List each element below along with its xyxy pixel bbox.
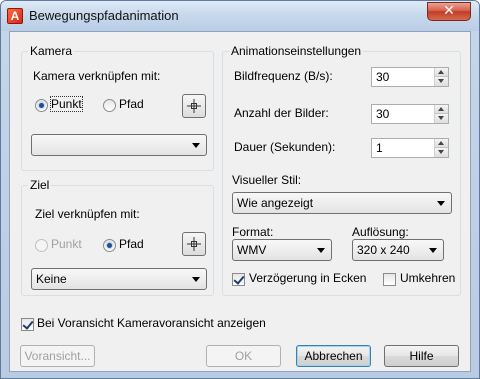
reverse-label[interactable]: Umkehren: [400, 271, 455, 285]
target-point-radio-label[interactable]: Punkt: [51, 237, 82, 251]
close-button[interactable]: ✕: [427, 2, 471, 21]
spin-up-icon[interactable]: [435, 68, 448, 77]
window-title: Bewegungspfadanimation: [29, 8, 179, 23]
resolution-combo[interactable]: 320 x 240: [352, 239, 444, 261]
visual-style-combo[interactable]: Wie angezeigt: [232, 192, 452, 214]
target-path-radio-label[interactable]: Pfad: [119, 237, 144, 251]
help-button[interactable]: Hilfe: [384, 345, 459, 367]
camera-link-label: Kamera verknüpfen mit:: [33, 69, 161, 83]
visual-style-value: Wie angezeigt: [237, 196, 314, 210]
chevron-down-icon: [192, 143, 200, 148]
frame-count-value: 30: [376, 107, 390, 121]
camera-path-combo[interactable]: [31, 134, 207, 156]
format-value: WMV: [237, 243, 267, 257]
format-combo[interactable]: WMV: [232, 239, 332, 261]
frame-count-label: Anzahl der Bilder:: [234, 106, 329, 120]
animation-settings-group: Animationseinstellungen Bildfrequenz (B/…: [222, 44, 461, 296]
target-path-combo[interactable]: Keine: [31, 268, 207, 290]
target-link-label: Ziel verknüpfen mit:: [35, 207, 140, 221]
spin-down-icon[interactable]: [435, 114, 448, 123]
camera-group-label: Kamera: [28, 44, 75, 58]
framerate-spin-buttons[interactable]: [434, 68, 448, 86]
spin-up-icon[interactable]: [435, 105, 448, 114]
duration-label: Dauer (Sekunden):: [234, 140, 336, 154]
spin-up-icon[interactable]: [435, 139, 448, 148]
target-point-radio[interactable]: [35, 239, 48, 252]
resolution-value: 320 x 240: [357, 243, 410, 257]
preview-button[interactable]: Voransicht...: [20, 345, 95, 367]
dialog-client-area: Kamera Kamera verknüpfen mit: Punkt Pfad…: [9, 31, 471, 372]
crosshair-pick-icon: [187, 237, 201, 251]
camera-pick-button[interactable]: [182, 94, 206, 118]
frame-count-spin-buttons[interactable]: [434, 105, 448, 123]
target-pick-button[interactable]: [182, 232, 206, 256]
preview-camera-label[interactable]: Bei Voransicht Kameravoransicht anzeigen: [37, 316, 266, 330]
visual-style-label: Visueller Stil:: [232, 173, 302, 187]
camera-path-radio-label[interactable]: Pfad: [119, 97, 144, 111]
crosshair-pick-icon: [187, 99, 201, 113]
camera-group: Kamera Kamera verknüpfen mit: Punkt Pfad: [21, 44, 214, 171]
chevron-down-icon: [429, 248, 437, 253]
target-group: Ziel Ziel verknüpfen mit: Punkt Pfad Kei…: [21, 178, 214, 296]
animation-group-label: Animationseinstellungen: [229, 44, 364, 58]
duration-value: 1: [376, 141, 383, 155]
target-path-radio[interactable]: [103, 239, 116, 252]
title-bar[interactable]: A Bewegungspfadanimation ✕: [1, 1, 479, 31]
autocad-app-icon: A: [7, 8, 23, 24]
framerate-label: Bildfrequenz (B/s):: [234, 69, 333, 83]
camera-path-radio[interactable]: [103, 99, 116, 112]
format-label: Format:: [232, 225, 274, 239]
reverse-checkbox[interactable]: [383, 273, 396, 286]
spin-down-icon[interactable]: [435, 148, 448, 157]
preview-camera-checkbox[interactable]: [21, 318, 34, 331]
ok-button[interactable]: OK: [206, 345, 281, 367]
frame-count-spinner[interactable]: 30: [371, 104, 449, 124]
duration-spin-buttons[interactable]: [434, 139, 448, 157]
chevron-down-icon: [192, 277, 200, 282]
cancel-button[interactable]: Abbrechen: [296, 345, 371, 367]
camera-point-radio-label[interactable]: Punkt: [50, 96, 83, 112]
duration-spinner[interactable]: 1: [371, 138, 449, 158]
dialog-window: A Bewegungspfadanimation ✕ Kamera Kamera…: [0, 0, 480, 379]
framerate-value: 30: [376, 70, 390, 84]
camera-point-radio[interactable]: [35, 99, 48, 112]
corner-delay-checkbox[interactable]: [232, 273, 245, 286]
resolution-label: Auflösung:: [352, 225, 409, 239]
chevron-down-icon: [437, 201, 445, 206]
spin-down-icon[interactable]: [435, 77, 448, 86]
target-combo-value: Keine: [36, 272, 67, 286]
framerate-spinner[interactable]: 30: [371, 67, 449, 87]
corner-delay-label[interactable]: Verzögerung in Ecken: [249, 271, 366, 285]
chevron-down-icon: [317, 248, 325, 253]
target-group-label: Ziel: [28, 178, 52, 192]
